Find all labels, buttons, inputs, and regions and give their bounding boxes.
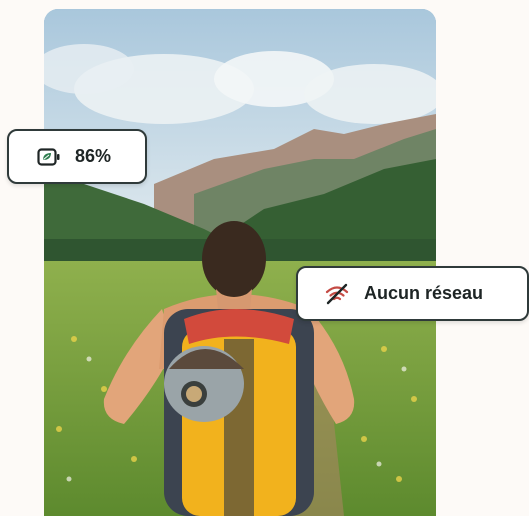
network-status-chip: Aucun réseau: [296, 266, 529, 321]
no-signal-icon: [324, 283, 350, 305]
battery-percentage: 86%: [75, 146, 112, 166]
landscape-illustration: [44, 9, 436, 516]
network-status-label: Aucun réseau: [364, 283, 484, 303]
battery-leaf-icon: [37, 147, 61, 166]
battery-status-chip: 86%: [7, 129, 147, 184]
hiker-photo: [44, 9, 436, 516]
